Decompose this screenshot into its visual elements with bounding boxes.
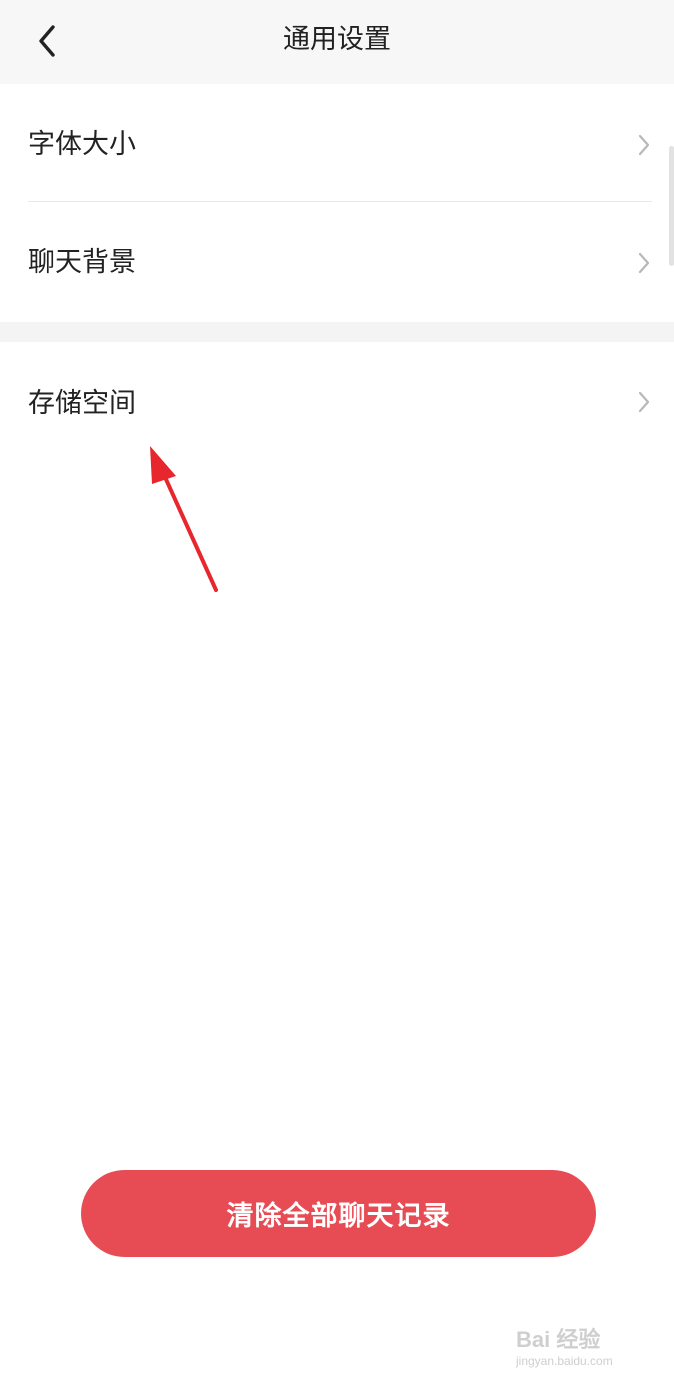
settings-group-display: 字体大小 聊天背景 bbox=[0, 86, 674, 322]
chevron-right-icon bbox=[638, 134, 650, 156]
settings-item-storage[interactable]: 存储空间 bbox=[0, 342, 674, 466]
page-title: 通用设置 bbox=[283, 24, 391, 55]
top-bar: 通用设置 bbox=[0, 0, 674, 84]
settings-item-chat-background[interactable]: 聊天背景 bbox=[0, 204, 674, 322]
chevron-right-icon bbox=[638, 252, 650, 274]
watermark: Bai 经验 jingyan.baidu.com bbox=[516, 1318, 640, 1374]
settings-group-storage: 存储空间 bbox=[0, 342, 674, 460]
watermark-logo: Bai 经验 bbox=[516, 1327, 601, 1352]
watermark-url: jingyan.baidu.com bbox=[516, 1354, 613, 1368]
chevron-right-icon bbox=[638, 391, 650, 413]
clear-all-chat-history-button[interactable]: 清除全部聊天记录 bbox=[81, 1170, 596, 1257]
settings-item-label: 存储空间 bbox=[28, 388, 136, 419]
settings-item-label: 字体大小 bbox=[28, 129, 136, 160]
divider bbox=[28, 201, 652, 202]
group-separator bbox=[0, 322, 674, 342]
scrollbar[interactable] bbox=[669, 146, 674, 266]
settings-item-font-size[interactable]: 字体大小 bbox=[0, 86, 674, 204]
annotation-arrow bbox=[150, 446, 218, 592]
settings-item-label: 聊天背景 bbox=[28, 247, 136, 278]
